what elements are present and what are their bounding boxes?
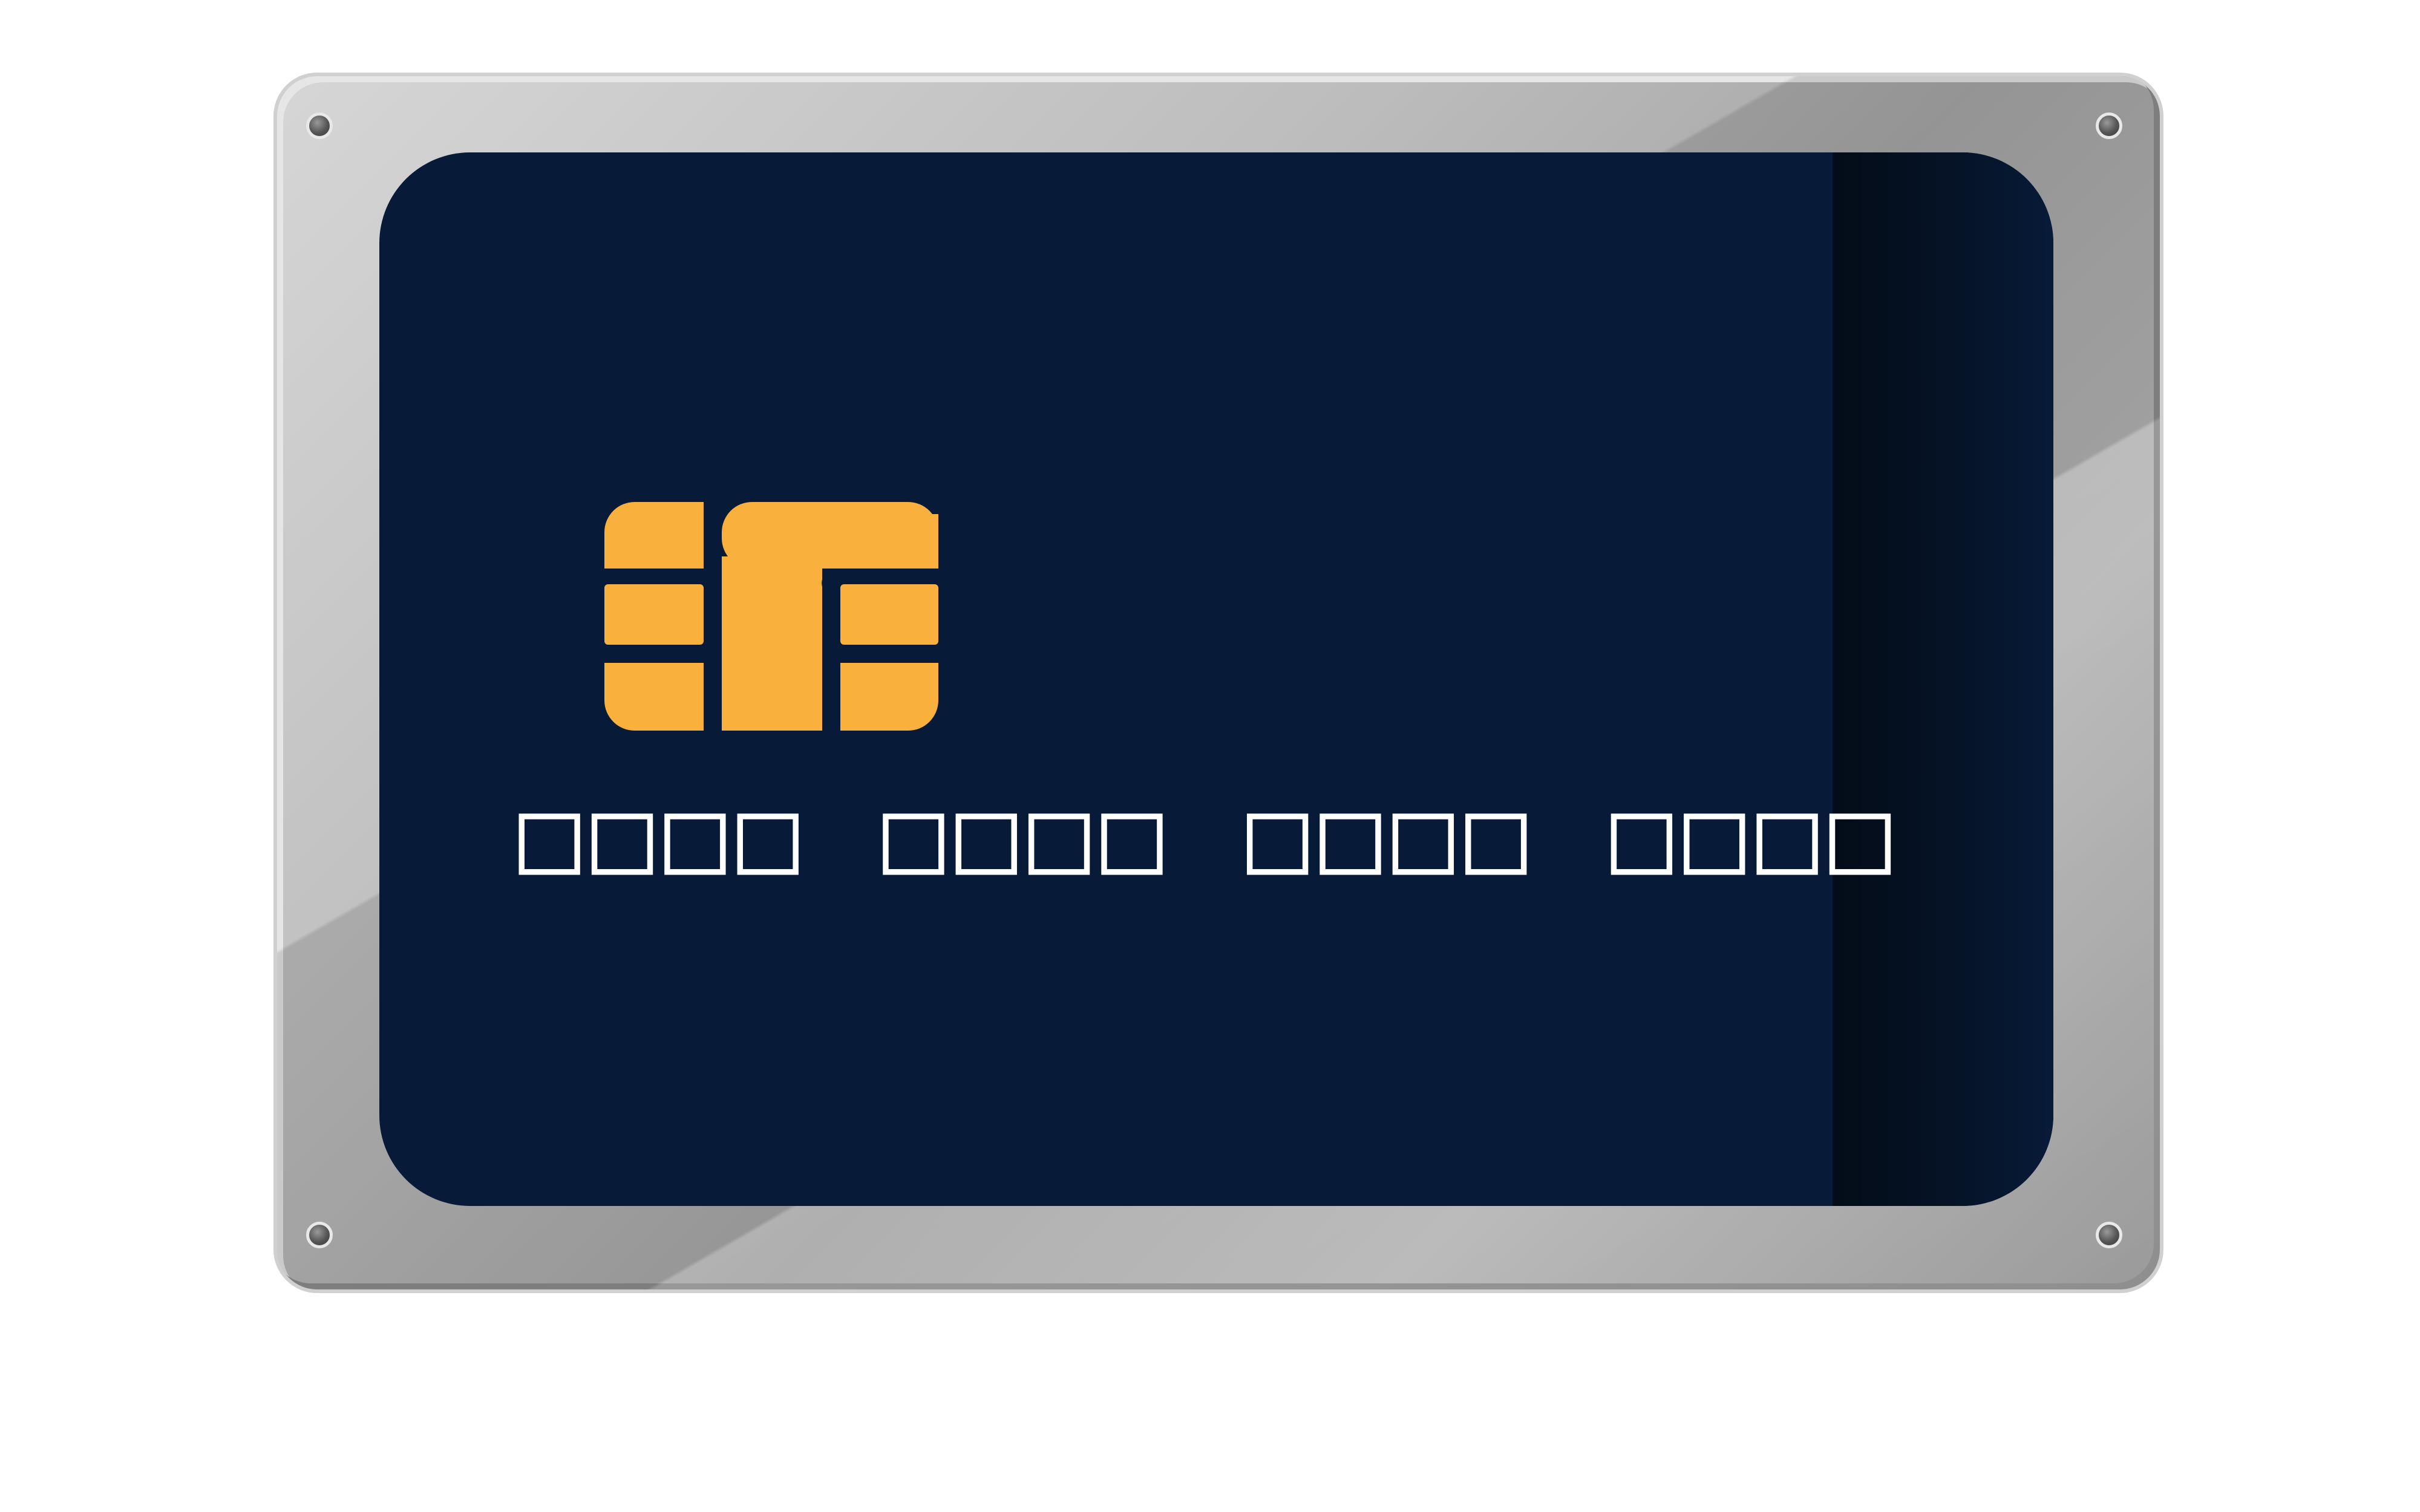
chip-contact bbox=[840, 584, 938, 645]
credit-card: □□□□ □□□□ □□□□ □□□□ bbox=[379, 152, 2053, 1206]
chip-contact bbox=[604, 502, 704, 569]
chip-contact bbox=[604, 584, 704, 645]
card-number: □□□□ □□□□ □□□□ □□□□ bbox=[518, 776, 1902, 896]
emv-chip-icon bbox=[604, 502, 938, 731]
chip-contact bbox=[604, 663, 704, 731]
screw-icon bbox=[2096, 112, 2122, 139]
chip-contact bbox=[822, 514, 938, 569]
screw-icon bbox=[2096, 1222, 2122, 1248]
screw-icon bbox=[306, 112, 333, 139]
chip-contact bbox=[722, 556, 822, 731]
card-display: □□□□ □□□□ □□□□ □□□□ bbox=[0, 0, 2420, 1512]
screw-icon bbox=[306, 1222, 333, 1248]
magnetic-stripe bbox=[1833, 152, 2053, 1206]
chip-contact bbox=[840, 663, 938, 731]
